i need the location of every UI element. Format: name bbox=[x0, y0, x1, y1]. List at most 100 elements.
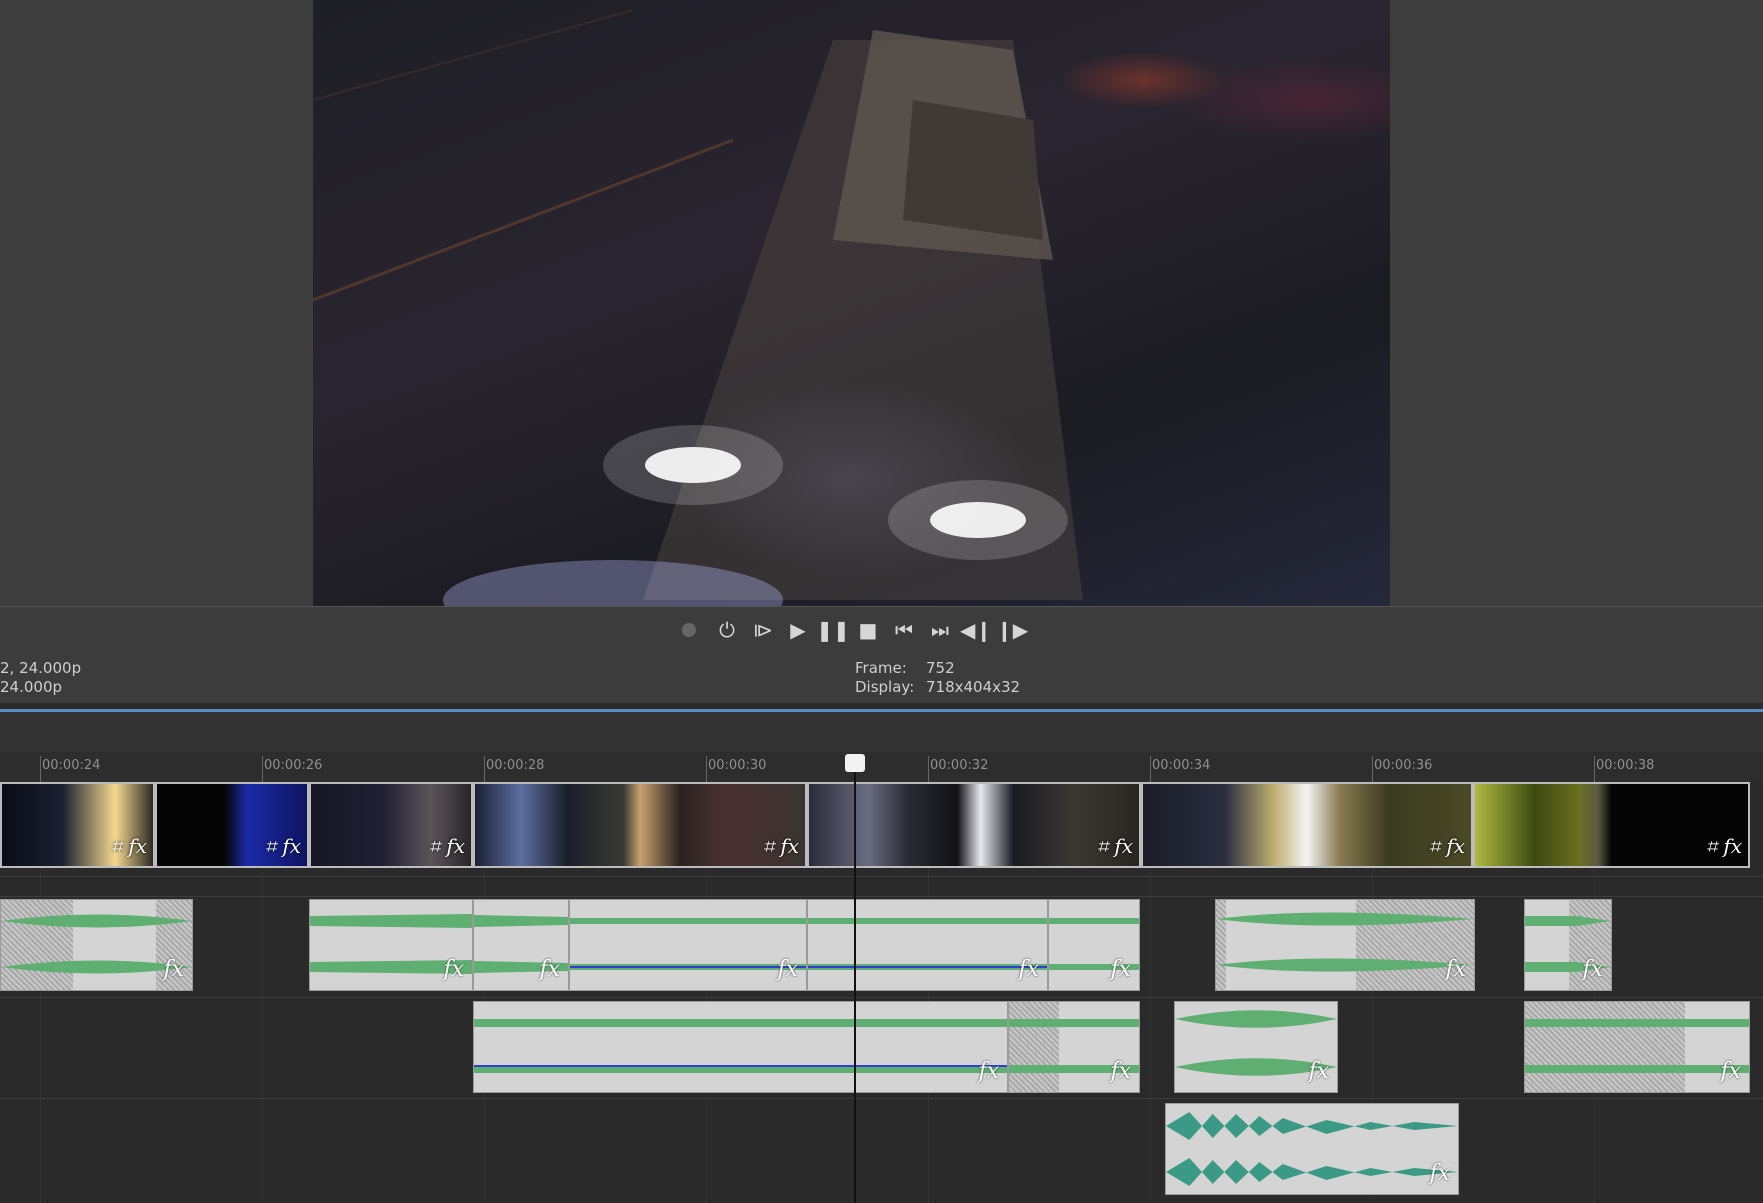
go-to-end-button[interactable]: ⏭ bbox=[925, 618, 955, 642]
volume-envelope[interactable] bbox=[570, 966, 806, 968]
fx-icon[interactable]: fx bbox=[1582, 957, 1603, 982]
stop-button[interactable]: ■ bbox=[853, 618, 883, 642]
video-clip[interactable]: ⌗ fx bbox=[807, 782, 1141, 868]
audio-clip[interactable]: fx bbox=[807, 899, 1048, 991]
fx-icon[interactable]: fx bbox=[978, 1059, 999, 1084]
pause-button[interactable]: ❚❚ bbox=[816, 618, 850, 642]
ruler-tick-label: 00:00:24 bbox=[42, 758, 101, 773]
ruler-tick bbox=[40, 756, 41, 782]
ruler-tick-label: 00:00:26 bbox=[264, 758, 323, 773]
video-clip[interactable]: ⌗ fx bbox=[0, 782, 155, 868]
audio-clip[interactable]: fx bbox=[1524, 899, 1612, 991]
audio-clip[interactable]: fx bbox=[1048, 899, 1140, 991]
ruler-tick bbox=[1150, 756, 1151, 782]
clip-effects-icons[interactable]: ⌗ fx bbox=[1706, 834, 1742, 858]
record-button[interactable] bbox=[674, 618, 704, 642]
playhead-handle[interactable] bbox=[845, 754, 865, 772]
volume-envelope[interactable] bbox=[474, 1065, 1007, 1067]
track-separator bbox=[0, 896, 1763, 897]
fx-icon[interactable]: fx bbox=[1018, 957, 1039, 982]
volume-envelope[interactable] bbox=[808, 966, 1047, 968]
play-from-start-icon: ⧐ bbox=[753, 618, 773, 642]
display-value: 718x404x32 bbox=[926, 678, 1021, 696]
track-separator bbox=[0, 997, 1763, 998]
play-button[interactable]: ▶ bbox=[783, 618, 813, 642]
go-to-start-icon: ⏮ bbox=[895, 618, 913, 642]
ruler-tick-label: 00:00:28 bbox=[486, 758, 545, 773]
video-scene-image bbox=[313, 9, 1083, 606]
crop-icon[interactable]: ⌗ bbox=[1706, 834, 1717, 858]
crop-icon[interactable]: ⌗ bbox=[1097, 834, 1108, 858]
fx-icon[interactable]: fx bbox=[1723, 834, 1742, 858]
playhead-line[interactable] bbox=[854, 770, 856, 1203]
fx-icon[interactable]: fx bbox=[443, 957, 464, 982]
fx-icon[interactable]: fx bbox=[539, 957, 560, 982]
video-clip[interactable]: ⌗ fx bbox=[1141, 782, 1473, 868]
audio-clip[interactable]: fx bbox=[309, 899, 473, 991]
audio-clip[interactable]: fx bbox=[473, 899, 569, 991]
audio-clip[interactable]: fx bbox=[0, 899, 193, 991]
fx-icon[interactable]: fx bbox=[128, 834, 147, 858]
clip-effects-icons[interactable]: ⌗ fx bbox=[763, 834, 799, 858]
audio-waveform bbox=[1525, 1065, 1749, 1073]
audio-waveform bbox=[474, 1019, 1007, 1027]
video-clip[interactable]: ⌗ fx bbox=[309, 782, 473, 868]
fx-icon[interactable]: fx bbox=[777, 957, 798, 982]
fx-icon[interactable]: fx bbox=[1445, 957, 1466, 982]
fx-icon[interactable]: fx bbox=[1429, 1161, 1450, 1186]
audio-waveform bbox=[570, 918, 806, 924]
fx-icon[interactable]: fx bbox=[163, 957, 184, 982]
fx-icon[interactable]: fx bbox=[282, 834, 301, 858]
video-clip[interactable]: ⌗ fx bbox=[1473, 782, 1750, 868]
previous-frame-button[interactable]: ◀❙ bbox=[960, 618, 992, 642]
clip-effects-icons[interactable]: ⌗ fx bbox=[1429, 834, 1465, 858]
go-to-start-button[interactable]: ⏮ bbox=[889, 618, 919, 642]
audio-clip[interactable]: fx bbox=[1165, 1103, 1459, 1195]
ruler-tick-label: 00:00:36 bbox=[1374, 758, 1433, 773]
ruler-tick bbox=[262, 756, 263, 782]
audio-clip[interactable]: fx bbox=[1215, 899, 1475, 991]
crop-icon[interactable]: ⌗ bbox=[1429, 834, 1440, 858]
fx-icon[interactable]: fx bbox=[780, 834, 799, 858]
play-icon: ▶ bbox=[790, 618, 806, 642]
clip-effects-icons[interactable]: ⌗ fx bbox=[1097, 834, 1133, 858]
frame-label: Frame: bbox=[855, 659, 907, 677]
project-rate-line2: 24.000p bbox=[0, 678, 63, 696]
audio-waveform bbox=[1166, 1158, 1458, 1186]
audio-clip[interactable]: fx bbox=[569, 899, 807, 991]
ruler-tick-label: 00:00:38 bbox=[1596, 758, 1655, 773]
crop-icon[interactable]: ⌗ bbox=[763, 834, 774, 858]
fx-icon[interactable]: fx bbox=[1110, 1059, 1131, 1084]
fx-icon[interactable]: fx bbox=[1110, 957, 1131, 982]
clip-effects-icons[interactable]: ⌗ fx bbox=[111, 834, 147, 858]
audio-waveform bbox=[1525, 1019, 1749, 1027]
ruler-tick-label: 00:00:34 bbox=[1152, 758, 1211, 773]
audio-waveform bbox=[1049, 918, 1139, 924]
crop-icon[interactable]: ⌗ bbox=[111, 834, 122, 858]
next-frame-button[interactable]: ❙▶ bbox=[995, 618, 1029, 642]
fx-icon[interactable]: fx bbox=[446, 834, 465, 858]
video-clip[interactable]: ⌗ fx bbox=[473, 782, 807, 868]
audio-clip[interactable]: fx bbox=[1524, 1001, 1750, 1093]
crop-icon[interactable]: ⌗ bbox=[429, 834, 440, 858]
audio-clip[interactable]: fx bbox=[1008, 1001, 1140, 1093]
clip-effects-icons[interactable]: ⌗ fx bbox=[429, 834, 465, 858]
loop-button[interactable]: ⏻ bbox=[712, 618, 742, 642]
audio-clip[interactable]: fx bbox=[1174, 1001, 1338, 1093]
loop-icon: ⏻ bbox=[719, 618, 735, 642]
fx-icon[interactable]: fx bbox=[1308, 1059, 1329, 1084]
project-rate-line1: 2, 24.000p bbox=[0, 659, 82, 677]
crop-icon[interactable]: ⌗ bbox=[265, 834, 276, 858]
next-frame-icon: ❙▶ bbox=[995, 618, 1029, 642]
audio-waveform bbox=[474, 1065, 1007, 1073]
video-clip[interactable]: ⌗ fx bbox=[155, 782, 309, 868]
audio-waveform bbox=[1175, 1010, 1337, 1028]
fx-icon[interactable]: fx bbox=[1446, 834, 1465, 858]
play-from-start-button[interactable]: ⧐ bbox=[748, 618, 778, 642]
audio-waveform bbox=[808, 918, 1047, 924]
clip-effects-icons[interactable]: ⌗ fx bbox=[265, 834, 301, 858]
fx-icon[interactable]: fx bbox=[1720, 1059, 1741, 1084]
fx-icon[interactable]: fx bbox=[1114, 834, 1133, 858]
audio-waveform bbox=[1009, 1019, 1139, 1027]
audio-clip[interactable]: fx bbox=[473, 1001, 1008, 1093]
